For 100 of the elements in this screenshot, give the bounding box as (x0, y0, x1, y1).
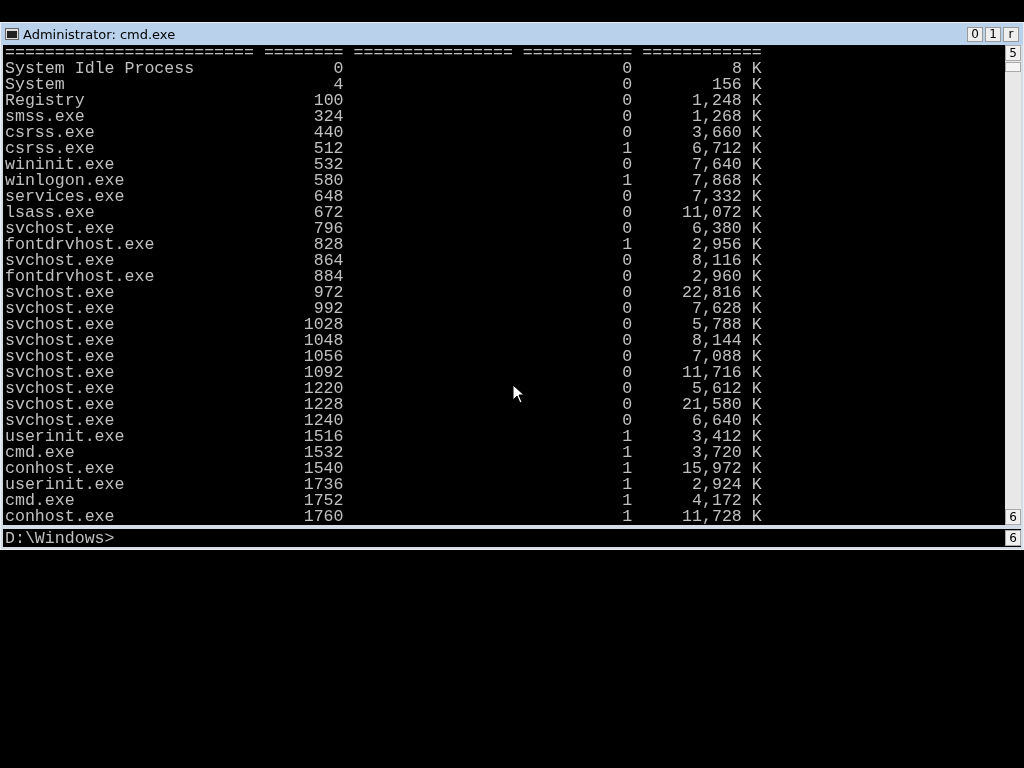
memory-usage: 3,412 K (692, 429, 762, 445)
process-pid: 1028 (303, 317, 344, 333)
console-icon (5, 28, 19, 40)
process-pid: 580 (313, 173, 344, 189)
process-pid: 4 (333, 77, 344, 93)
process-pid: 672 (313, 205, 344, 221)
session-number: 0 (622, 317, 633, 333)
session-number: 1 (622, 461, 633, 477)
process-name: svchost.exe (5, 317, 115, 333)
session-number: 1 (622, 509, 633, 525)
memory-usage: 4,172 K (692, 493, 762, 509)
memory-usage: 11,072 K (682, 205, 762, 221)
process-name: svchost.exe (5, 349, 115, 365)
process-pid: 0 (333, 61, 344, 77)
process-pid: 796 (313, 221, 344, 237)
process-pid: 1540 (303, 461, 344, 477)
session-number: 1 (622, 173, 633, 189)
process-name: svchost.exe (5, 365, 115, 381)
session-number: 0 (622, 397, 633, 413)
memory-usage: 22,816 K (682, 285, 762, 301)
process-name: userinit.exe (5, 429, 125, 445)
session-number: 1 (622, 237, 633, 253)
scroll-up-button[interactable]: 5 (1005, 45, 1021, 61)
process-name: svchost.exe (5, 333, 115, 349)
process-name: svchost.exe (5, 413, 115, 429)
window-button[interactable]: 1 (985, 26, 1001, 42)
session-number: 1 (622, 493, 633, 509)
process-name: svchost.exe (5, 301, 115, 317)
session-number: 0 (622, 349, 633, 365)
process-pid: 884 (313, 269, 344, 285)
memory-usage: 21,580 K (682, 397, 762, 413)
process-name: userinit.exe (5, 477, 125, 493)
session-number: 0 (622, 189, 633, 205)
memory-usage: 7,868 K (692, 173, 762, 189)
process-name: fontdrvhost.exe (5, 269, 155, 285)
process-pid: 1048 (303, 333, 344, 349)
process-pid: 1228 (303, 397, 344, 413)
session-number: 0 (622, 381, 633, 397)
process-pid: 100 (313, 93, 344, 109)
process-pid: 532 (313, 157, 344, 173)
session-number: 0 (622, 93, 633, 109)
process-pid: 828 (313, 237, 344, 253)
memory-usage: 2,960 K (692, 269, 762, 285)
memory-usage: 5,788 K (692, 317, 762, 333)
memory-usage: 7,628 K (692, 301, 762, 317)
session-number: 0 (622, 333, 633, 349)
session-number: 0 (622, 285, 633, 301)
process-name: svchost.exe (5, 397, 115, 413)
session-number: 1 (622, 141, 633, 157)
memory-usage: 15,972 K (682, 461, 762, 477)
process-name: svchost.exe (5, 381, 115, 397)
scroll-thumb[interactable] (1005, 62, 1021, 72)
process-name: winlogon.exe (5, 173, 125, 189)
memory-usage: 5,612 K (692, 381, 762, 397)
process-pid: 1736 (303, 477, 344, 493)
memory-usage: 8,116 K (692, 253, 762, 269)
memory-usage: 11,716 K (682, 365, 762, 381)
memory-usage: 11,728 K (682, 509, 762, 525)
process-pid: 1240 (303, 413, 344, 429)
memory-usage: 156 K (711, 77, 762, 93)
process-pid: 1752 (303, 493, 344, 509)
process-pid: 1220 (303, 381, 344, 397)
process-name: conhost.exe (5, 509, 115, 525)
session-number: 0 (622, 413, 633, 429)
input-scroll-button[interactable]: 6 (1005, 530, 1021, 546)
session-number: 1 (622, 477, 633, 493)
session-number: 0 (622, 365, 633, 381)
memory-usage: 8 K (731, 61, 762, 77)
process-pid: 1760 (303, 509, 344, 525)
session-number: 0 (622, 109, 633, 125)
process-pid: 1056 (303, 349, 344, 365)
command-prompt[interactable]: D:\Windows> (3, 528, 1005, 548)
scroll-down-button[interactable]: 6 (1005, 509, 1021, 525)
process-pid: 512 (313, 141, 344, 157)
memory-usage: 2,924 K (692, 477, 762, 493)
session-number: 0 (622, 157, 633, 173)
process-pid: 992 (313, 301, 344, 317)
process-name: csrss.exe (5, 125, 95, 141)
memory-usage: 3,720 K (692, 445, 762, 461)
window-button[interactable]: r (1003, 26, 1019, 42)
session-number: 0 (622, 301, 633, 317)
session-number: 0 (622, 269, 633, 285)
memory-usage: 7,640 K (692, 157, 762, 173)
process-name: Registry (5, 93, 85, 109)
session-number: 0 (622, 221, 633, 237)
session-number: 0 (622, 125, 633, 141)
process-pid: 1532 (303, 445, 344, 461)
process-name: conhost.exe (5, 461, 115, 477)
process-pid: 440 (313, 125, 344, 141)
process-name: services.exe (5, 189, 125, 205)
process-name: cmd.exe (5, 445, 75, 461)
process-name: lsass.exe (5, 205, 95, 221)
process-name: wininit.exe (5, 157, 115, 173)
memory-usage: 2,956 K (692, 237, 762, 253)
process-name: smss.exe (5, 109, 85, 125)
window-button[interactable]: 0 (967, 26, 983, 42)
process-name: System Idle Process (5, 61, 195, 77)
process-name: System (5, 77, 65, 93)
process-name: cmd.exe (5, 493, 75, 509)
window-title: Administrator: cmd.exe (23, 26, 177, 42)
